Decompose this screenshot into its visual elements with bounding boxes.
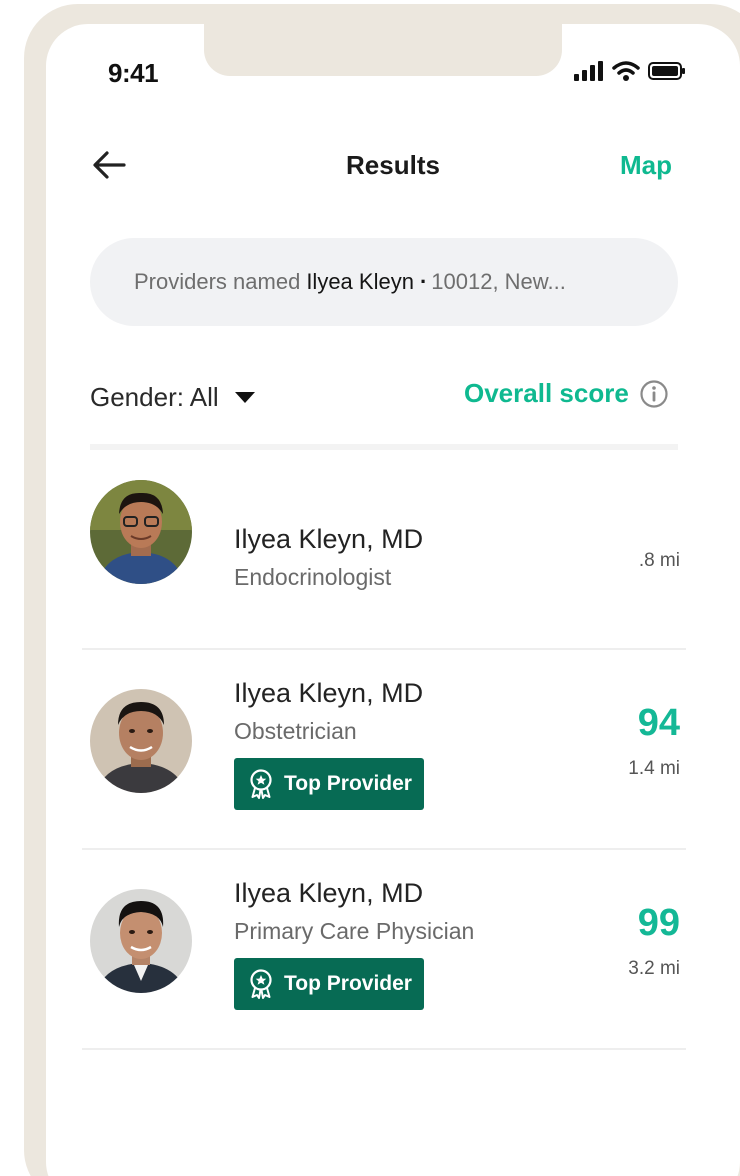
provider-specialty: Endocrinologist [234, 564, 392, 590]
wifi-icon [612, 61, 640, 81]
provider-avatar [90, 889, 192, 993]
provider-distance: 3.2 mi [628, 958, 680, 979]
provider-specialty: Obstetrician [234, 718, 357, 744]
top-provider-badge: Top Provider [234, 758, 424, 810]
provider-name: Ilyea Kleyn, MD [234, 524, 424, 554]
search-summary-bar[interactable]: Providers named Ilyea Kleyn · 10012, New… [90, 238, 678, 326]
top-provider-badge: Top Provider [234, 958, 424, 1010]
sort-label: Overall score [464, 378, 629, 408]
provider-specialty: Primary Care Physician [234, 918, 475, 944]
provider-distance: .8 mi [638, 550, 680, 571]
search-query-name: Ilyea Kleyn [306, 269, 414, 294]
provider-name: Ilyea Kleyn, MD [234, 878, 424, 908]
provider-distance: 1.4 mi [628, 758, 680, 779]
award-ribbon-icon [250, 969, 272, 999]
search-location: 10012, New... [431, 269, 566, 294]
award-ribbon-icon [250, 769, 272, 799]
row-divider [82, 1048, 686, 1050]
info-icon[interactable] [639, 379, 669, 409]
badge-label: Top Provider [284, 972, 412, 995]
signal-icon [574, 61, 603, 81]
provider-avatar [90, 689, 192, 793]
battery-icon [648, 62, 685, 80]
caret-down-icon [234, 391, 255, 403]
search-prefix: Providers named [134, 269, 301, 294]
provider-result-row[interactable]: Ilyea Kleyn, MD Endocrinologist .8 mi [82, 450, 686, 650]
search-separator: · [419, 269, 428, 294]
provider-score: 94 [637, 702, 680, 744]
provider-name: Ilyea Kleyn, MD [234, 678, 424, 708]
provider-score: 99 [637, 902, 680, 944]
device-notch [204, 24, 562, 76]
sort-overall-score[interactable]: Overall score [464, 378, 669, 409]
badge-label: Top Provider [284, 772, 412, 795]
provider-avatar [90, 480, 192, 584]
gender-filter-label: Gender: All [90, 382, 219, 412]
provider-result-row[interactable]: Ilyea Kleyn, MD Primary Care Physician T… [82, 850, 686, 1050]
status-icons [574, 60, 686, 82]
app-screen: 9:41 Results Map Providers named Ilyea K… [46, 24, 740, 1176]
gender-filter-dropdown[interactable]: Gender: All [90, 382, 255, 413]
status-time: 9:41 [108, 58, 159, 88]
map-button[interactable]: Map [620, 150, 672, 181]
provider-result-row[interactable]: Ilyea Kleyn, MD Obstetrician Top Provide… [82, 650, 686, 850]
